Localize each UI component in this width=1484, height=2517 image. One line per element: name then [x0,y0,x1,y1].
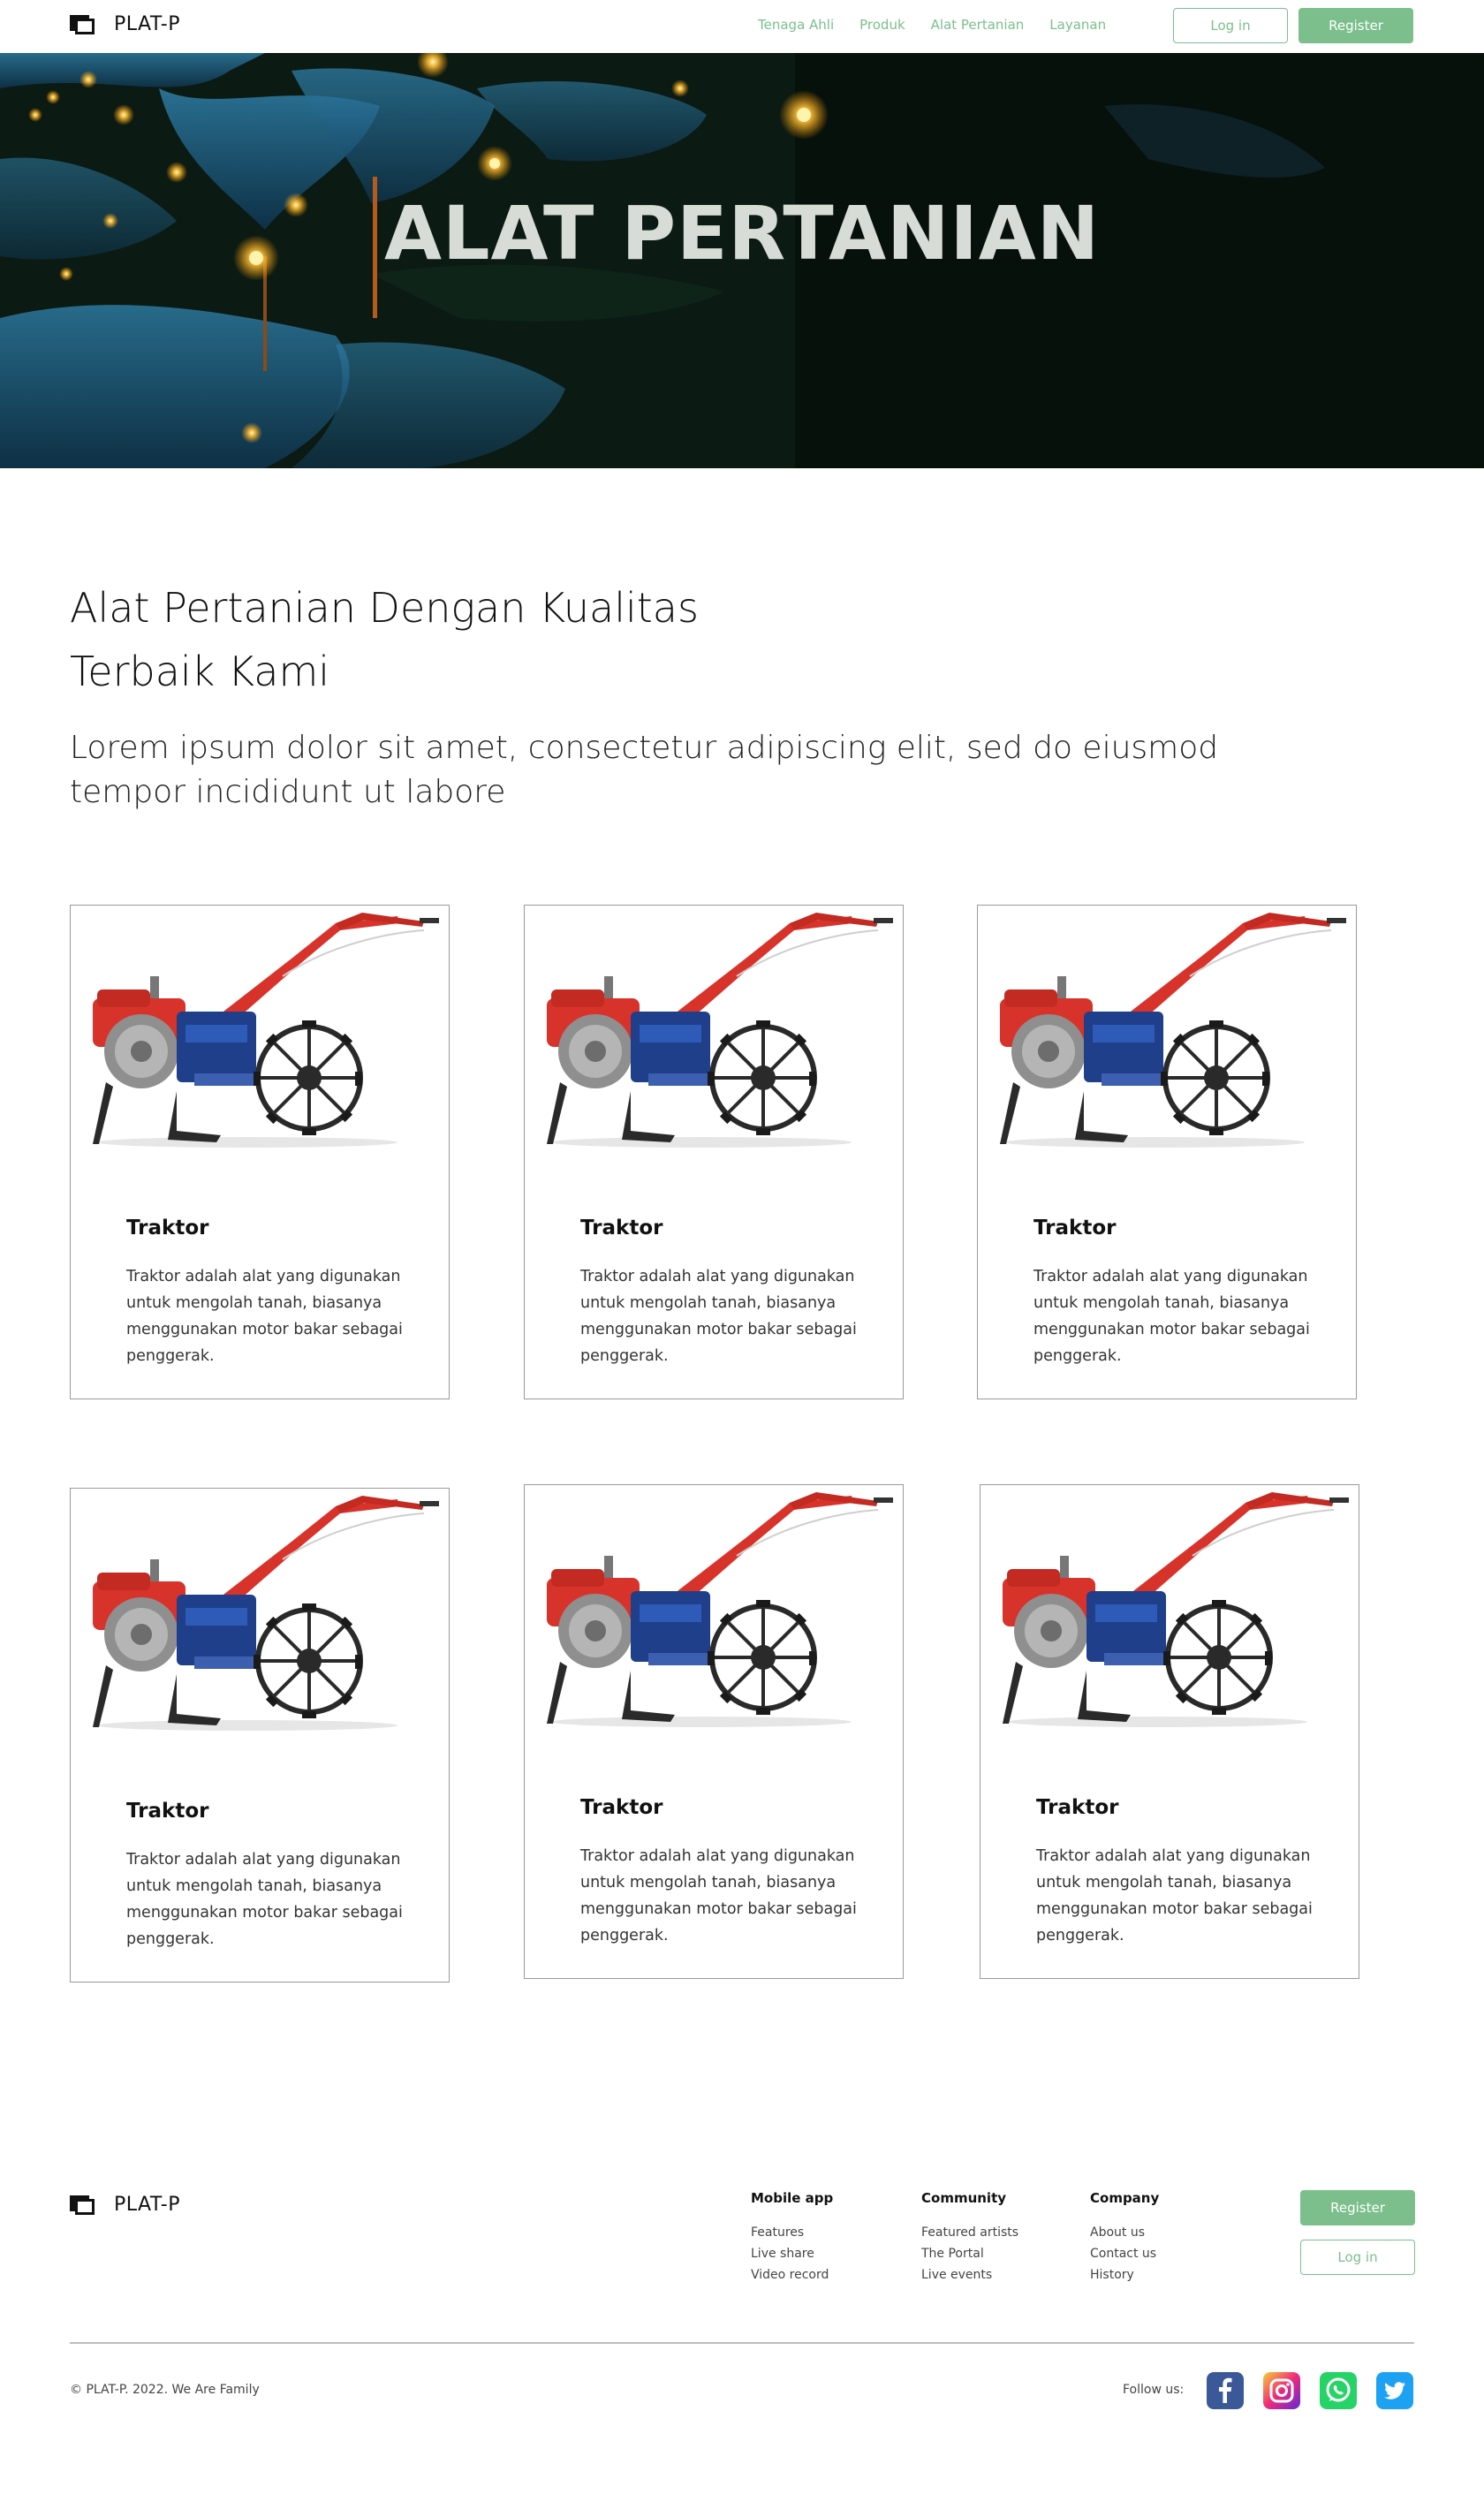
product-description: Traktor adalah alat yang digunakan untuk… [580,1847,857,1945]
product-title: Traktor [126,1800,209,1823]
footer-link-video-record[interactable]: Video record [751,2264,833,2286]
intro-heading: Alat Pertanian Dengan Kualitas Terbaik K… [70,576,776,703]
footer-column-mobile-app: Mobile app Features Live share Video rec… [751,2190,833,2286]
hero-banner: ALAT PERTANIAN [0,53,1484,468]
product-card[interactable]: Traktor Traktor adalah alat yang digunak… [70,1488,450,1983]
instagram-icon[interactable] [1263,2372,1300,2409]
product-image [71,906,448,1149]
product-image [980,1485,1358,1728]
product-title: Traktor [1034,1217,1117,1240]
footer-link-live-events[interactable]: Live events [921,2264,1018,2286]
intro-heading-line2: Terbaik Kami [70,648,330,695]
login-button[interactable]: Log in [1173,8,1288,43]
footer-link-history[interactable]: History [1090,2264,1159,2286]
product-title: Traktor [126,1217,209,1240]
nav-links: Tenaga Ahli Produk Alat Pertanian Layana… [758,17,1106,33]
product-description: Traktor adalah alat yang digunakan untuk… [580,1268,857,1365]
logo-icon [70,2195,95,2215]
product-title: Traktor [580,1217,663,1240]
footer-column-heading: Mobile app [751,2190,834,2206]
nav-link-produk[interactable]: Produk [859,17,905,33]
footer-link-features[interactable]: Features [751,2222,833,2243]
product-image [525,1485,902,1728]
product-title: Traktor [580,1796,663,1819]
product-title: Traktor [1036,1796,1119,1819]
footer-column-company: Company About us Contact us History [1090,2190,1159,2286]
footer-divider [70,2342,1414,2344]
product-description: Traktor adalah alat yang digunakan untuk… [1034,1268,1310,1365]
product-image [71,1489,448,1732]
footer-brand[interactable]: PLAT-P [70,2194,180,2216]
footer-link-about-us[interactable]: About us [1090,2222,1159,2243]
hero-title: ALAT PERTANIAN [383,190,1101,277]
product-card[interactable]: Traktor Traktor adalah alat yang digunak… [524,905,904,1399]
tractor-image [1000,913,1346,1148]
footer-login-button[interactable]: Log in [1300,2240,1415,2275]
product-image [978,906,1355,1149]
tractor-image [547,913,893,1148]
footer-column-community: Community Featured artists The Portal Li… [921,2190,1018,2286]
footer-column-heading: Company [1090,2190,1160,2206]
product-card[interactable]: Traktor Traktor adalah alat yang digunak… [524,1484,904,1979]
nav-link-layanan[interactable]: Layanan [1049,17,1106,33]
footer-register-button[interactable]: Register [1300,2190,1415,2225]
whatsapp-icon[interactable] [1320,2372,1357,2409]
register-button[interactable]: Register [1298,8,1413,43]
product-card[interactable]: Traktor Traktor adalah alat yang digunak… [977,905,1357,1399]
twitter-icon[interactable] [1376,2372,1413,2409]
footer-link-the-portal[interactable]: The Portal [921,2243,1018,2264]
footer-link-live-share[interactable]: Live share [751,2243,833,2264]
nav-link-tenaga-ahli[interactable]: Tenaga Ahli [758,17,834,33]
intro-heading-line1: Alat Pertanian Dengan Kualitas [70,584,699,632]
product-description: Traktor adalah alat yang digunakan untuk… [126,1851,403,1948]
footer-brand-name: PLAT-P [114,2194,180,2216]
follow-label: Follow us: [1123,2383,1185,2397]
tractor-image [93,913,439,1148]
facebook-icon[interactable] [1207,2372,1244,2409]
brand-name: PLAT-P [114,13,180,35]
tractor-image [1003,1492,1349,1727]
product-card[interactable]: Traktor Traktor adalah alat yang digunak… [70,905,450,1399]
tractor-image [547,1492,893,1727]
product-description: Traktor adalah alat yang digunakan untuk… [126,1268,403,1365]
product-image [525,906,902,1149]
footer-link-contact-us[interactable]: Contact us [1090,2243,1159,2264]
product-description: Traktor adalah alat yang digunakan untuk… [1036,1847,1313,1945]
navbar: PLAT-P Tenaga Ahli Produk Alat Pertanian… [0,0,1484,53]
brand[interactable]: PLAT-P [70,13,180,35]
logo-icon [70,14,95,34]
footer-link-featured-artists[interactable]: Featured artists [921,2222,1018,2243]
footer-column-heading: Community [921,2190,1007,2206]
nav-link-alat-pertanian[interactable]: Alat Pertanian [931,17,1025,33]
tractor-image [93,1496,439,1731]
intro-subtitle: Lorem ipsum dolor sit amet, consectetur … [70,730,1219,810]
copyright: © PLAT-P. 2022. We Are Family [70,2383,260,2397]
product-card[interactable]: Traktor Traktor adalah alat yang digunak… [980,1484,1359,1979]
